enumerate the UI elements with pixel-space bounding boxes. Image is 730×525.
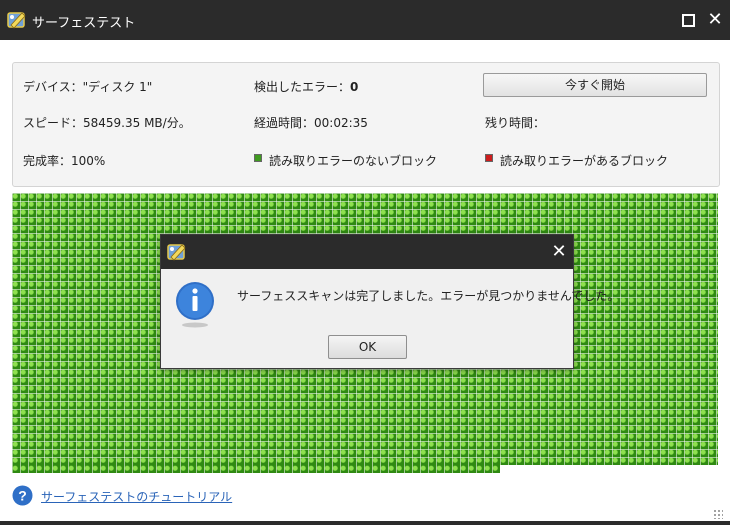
close-icon: ✕ [551, 241, 567, 262]
device-label: デバイス："ディスク 1" [23, 80, 153, 94]
error-block-legend-swatch [485, 154, 493, 162]
speed-label: スピード：58459.35 MB/分。 [23, 116, 191, 130]
window-title: サーフェステスト [32, 16, 136, 31]
window-titlebar: サーフェステスト ✕ [0, 0, 730, 40]
ok-button[interactable]: OK [328, 335, 407, 359]
remaining-time-label: 残り時間： [485, 116, 546, 130]
ok-block-legend-swatch [254, 154, 262, 162]
close-button[interactable]: ✕ [704, 9, 726, 31]
start-now-button[interactable]: 今すぐ開始 [483, 73, 707, 97]
elapsed-time-label: 経過時間：00:02:35 [254, 116, 368, 130]
completion-label: 完成率：100% [23, 154, 106, 168]
errors-detected-label: 検出したエラー： [254, 80, 351, 94]
dialog-close-button[interactable]: ✕ [548, 241, 570, 263]
dialog-titlebar: ✕ [161, 235, 573, 269]
ok-block-legend-label: 読み取りエラーのないブロック [269, 154, 438, 168]
ok-blocks-last-row [12, 465, 500, 473]
maximize-button[interactable] [677, 9, 699, 31]
errors-detected: 検出したエラー：0 [254, 78, 358, 95]
error-block-legend-label: 読み取りエラーがあるブロック [500, 154, 669, 168]
close-icon: ✕ [707, 9, 723, 30]
svg-text:?: ? [18, 488, 27, 504]
info-icon [176, 282, 214, 328]
window-bottom-edge [0, 521, 730, 525]
scan-complete-dialog: ✕ サーフェススキャンは完了しました。エラーが見つかりませんでした。 OK [160, 234, 619, 369]
dialog-message: サーフェススキャンは完了しました。エラーが見つかりませんでした。 [237, 289, 620, 303]
surface-test-app-icon [167, 244, 186, 261]
surface-test-app-icon [7, 12, 26, 29]
maximize-icon [682, 14, 695, 27]
errors-detected-count: 0 [350, 80, 359, 94]
scan-info-panel: デバイス："ディスク 1" 検出したエラー：0 今すぐ開始 スピード：58459… [12, 62, 720, 187]
tutorial-link[interactable]: サーフェステストのチュートリアル [41, 488, 232, 505]
question-icon[interactable]: ? [12, 485, 33, 506]
resize-grip[interactable] [713, 509, 723, 519]
